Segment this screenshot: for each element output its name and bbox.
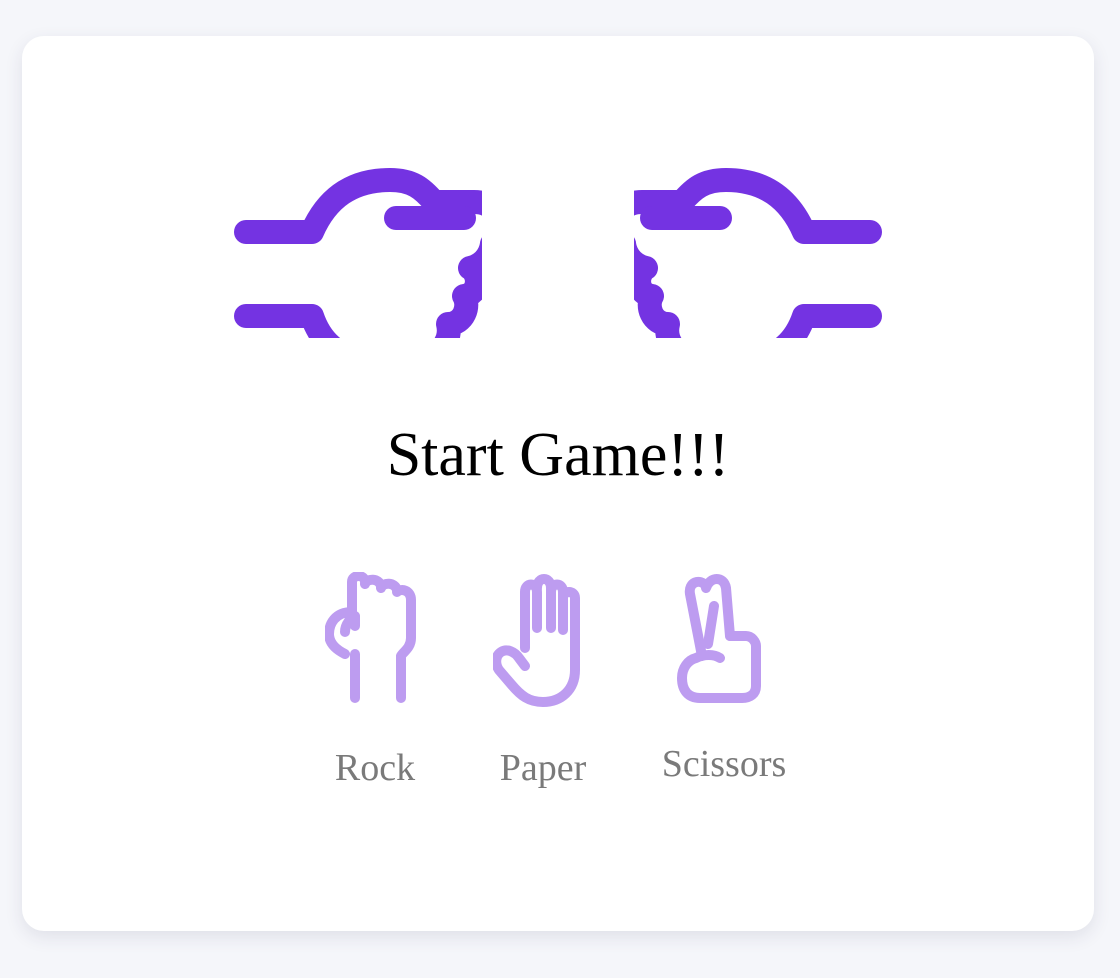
game-status-text: Start Game!!! bbox=[386, 421, 730, 489]
paper-choice-button[interactable]: Paper bbox=[463, 572, 623, 792]
scissors-choice-button[interactable]: Scissors bbox=[644, 572, 804, 792]
scissors-label: Scissors bbox=[661, 743, 787, 785]
rock-label: Rock bbox=[334, 747, 416, 789]
fist-pointing-left-icon bbox=[634, 168, 882, 338]
rock-choice-button[interactable]: Rock bbox=[295, 572, 455, 792]
player-hand bbox=[212, 128, 482, 338]
fist-pointing-right-icon bbox=[234, 168, 482, 338]
computer-hand bbox=[634, 128, 904, 338]
rock-fist-icon bbox=[325, 572, 416, 703]
scissors-hand-icon bbox=[677, 574, 761, 703]
game-card: Start Game!!! Rock Paper Scissors bbox=[22, 36, 1094, 931]
paper-hand-icon bbox=[493, 574, 580, 707]
paper-label: Paper bbox=[499, 747, 587, 789]
